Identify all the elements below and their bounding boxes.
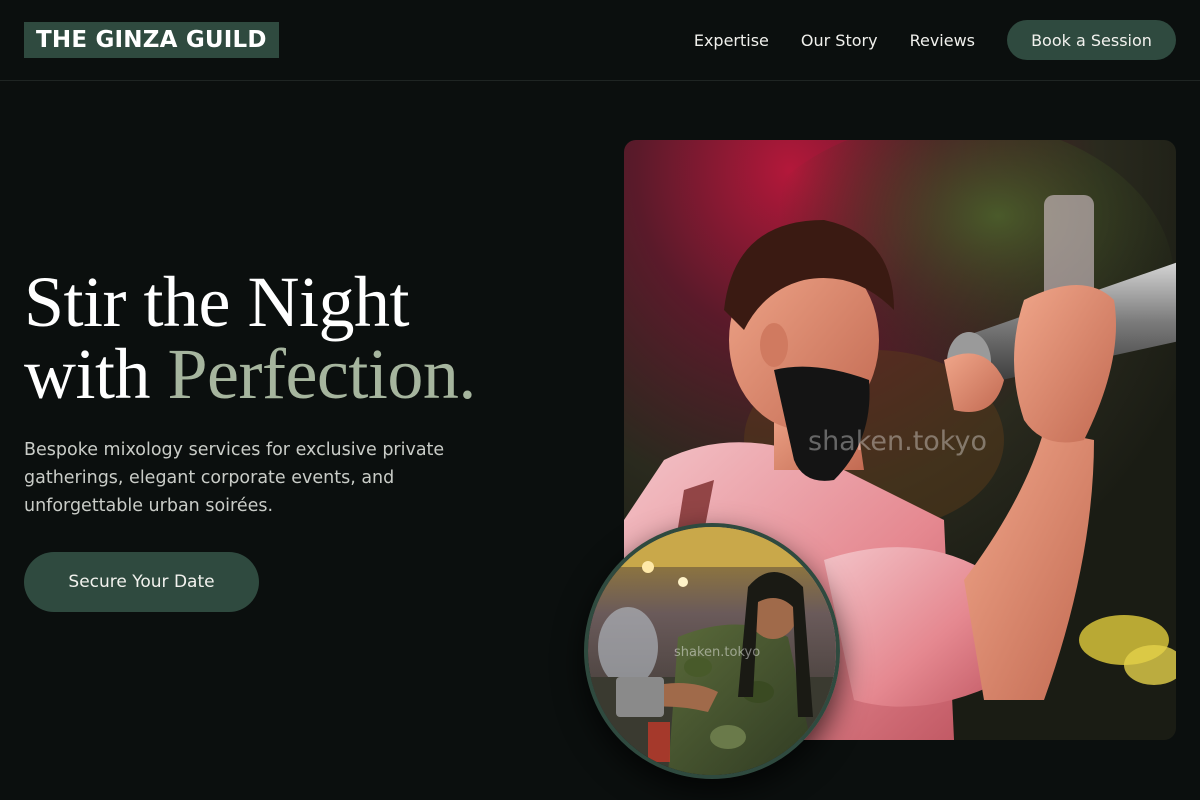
- hero-subtitle: Bespoke mixology services for exclusive …: [24, 440, 445, 516]
- nav-link-expertise[interactable]: Expertise: [694, 31, 769, 50]
- main-nav: Expertise Our Story Reviews Book a Sessi…: [694, 0, 1176, 80]
- hero-title: Stir the Night with Perfection.: [24, 266, 584, 410]
- nav-link-our-story[interactable]: Our Story: [801, 31, 878, 50]
- bartender-inset-photo: shaken.tokyo: [584, 523, 840, 779]
- book-session-button[interactable]: Book a Session: [1007, 20, 1176, 60]
- nav-link-reviews[interactable]: Reviews: [910, 31, 975, 50]
- inset-photo-watermark: shaken.tokyo: [674, 645, 761, 660]
- hero-title-line1: Stir the Night: [24, 262, 410, 342]
- main-photo-watermark: shaken.tokyo: [808, 426, 987, 457]
- secure-date-button[interactable]: Secure Your Date: [24, 552, 259, 612]
- hero-title-line2-prefix: with: [24, 334, 168, 414]
- site-header: THE GINZA GUILD Expertise Our Story Revi…: [0, 0, 1200, 81]
- site-logo[interactable]: THE GINZA GUILD: [24, 22, 279, 58]
- hero-title-accent: Perfection.: [167, 334, 477, 414]
